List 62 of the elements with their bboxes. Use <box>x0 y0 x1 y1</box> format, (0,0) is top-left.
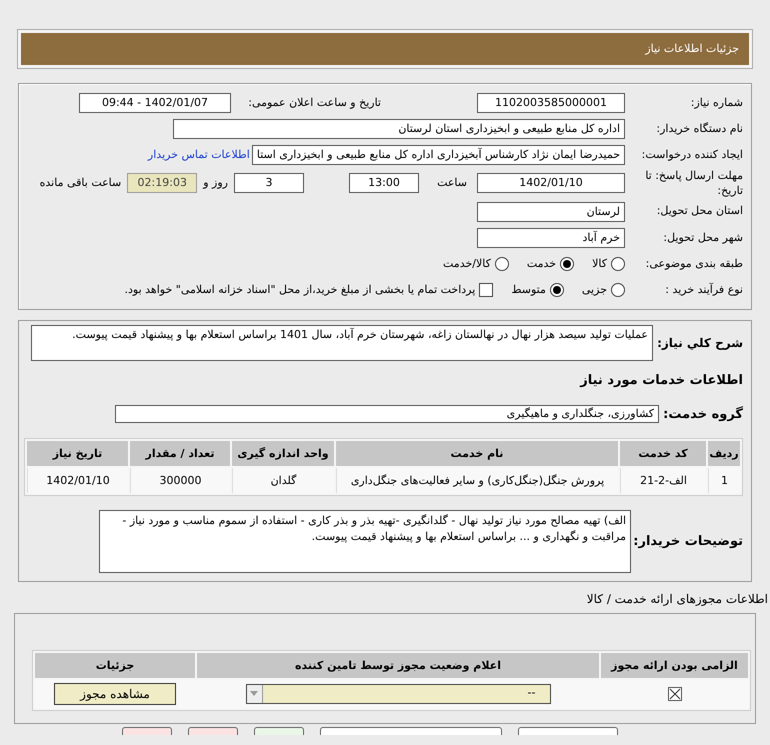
buyer-notes-field: الف) تهیه مصالح مورد نیاز تولید نهال - گلدانگیری -تهیه بذر و بذر کاری - استفاده از سموم مناسب و مورد نیاز - مراقبت و نگهداری و ... براساس استعلام بها و پیشنهاد قیمت پیوست. <box>99 510 631 573</box>
service-group-field: کشاورزی، جنگلداری و ماهیگیری <box>115 405 659 424</box>
section-heading: اطلاعات مجوزهای ارائه خدمت / کالا <box>586 591 768 608</box>
caret-icon <box>246 684 262 702</box>
field-label: ساعت باقی مانده <box>40 174 122 191</box>
field-label: نوع فرآیند خرید : <box>664 282 743 298</box>
requester-field: حمیدرضا ایمان نژاد کارشناس آبخیزداری اداره کل منابع طبیعی و ابخیزداری استا <box>252 145 625 165</box>
summary-field: عملیات تولید سیصد هزار نهال در نهالستان زاغه، شهرستان خرم آباد، سال 1401 براساس استعلام بها و پیشنهاد قیمت پیوست. <box>31 325 653 361</box>
radio-button[interactable] <box>494 257 509 271</box>
column-header: الزامی بودن ارائه مجوز <box>601 652 748 678</box>
buyer-contact-link[interactable]: اطلاعات تماس خریدار <box>148 146 250 164</box>
cut-off-button[interactable] <box>188 726 238 734</box>
field-label: تاریخ و ساعت اعلان عمومی: <box>247 94 381 111</box>
payment-note: پرداخت تمام یا بخشی از مبلغ خرید،از محل "اسناد خزانه اسلامی" خواهد بود. <box>124 282 476 298</box>
field-label: مهلت ارسال پاسخ: تا تاریخ: <box>644 168 743 198</box>
radio-button[interactable] <box>550 283 564 297</box>
city-field: خرم آباد <box>477 228 625 248</box>
field-label: طبقه بندی موضوعی: <box>644 256 743 272</box>
cut-off-button[interactable] <box>320 726 502 734</box>
column-header: نام خدمت <box>336 441 618 466</box>
field-label: استان محل تحویل: <box>656 203 743 220</box>
column-header: واحد اندازه گیری <box>232 441 334 466</box>
column-header: تعداد / مقدار <box>130 441 230 466</box>
dropdown-value: -- <box>528 685 536 702</box>
view-license-button[interactable]: مشاهده مجوز <box>54 682 176 704</box>
cut-off-button[interactable] <box>518 726 618 734</box>
column-header: کد خدمت <box>620 441 706 466</box>
option-label: کالا/خدمت <box>443 256 491 272</box>
option-label: جزیی <box>582 282 607 298</box>
radio-button[interactable] <box>611 283 625 297</box>
deadline-date-field: 1402/01/10 <box>477 173 625 193</box>
buyer-name-field: اداره کل منابع طبیعی و ابخیزداری استان لرستان <box>173 119 625 139</box>
column-header: اعلام وضعیت مجوز توسط تامین کننده <box>197 652 599 678</box>
column-header: ردیف <box>708 441 740 466</box>
field-label: گروه خدمت: <box>662 405 743 424</box>
field-label: ایجاد کننده درخواست: <box>640 146 743 163</box>
status-dropdown[interactable]: -- <box>246 684 550 704</box>
field-label: شرح کلي نياز: <box>656 335 743 352</box>
radio-button[interactable] <box>560 257 574 271</box>
field-label: نام دستگاه خریدار: <box>655 120 743 137</box>
cut-off-button[interactable] <box>254 726 304 734</box>
column-header: جزئیات <box>35 652 195 678</box>
field-label: ساعت <box>436 174 467 191</box>
field-label: شهر محل تحویل: <box>662 230 743 246</box>
field-label: روز و <box>202 174 229 191</box>
countdown-field: 02:19:03 <box>127 173 198 193</box>
field-label: شماره نیاز: <box>690 94 743 111</box>
option-label: کالا <box>592 256 607 272</box>
option-label: خدمت <box>526 256 556 272</box>
announce-date-field: 1402/01/07 - 09:44 <box>79 93 231 113</box>
column-header: تاریخ نیاز <box>27 441 128 466</box>
checkbox[interactable] <box>479 283 494 297</box>
need-number-field: 1102003585000001 <box>477 93 625 113</box>
days-field: 3 <box>234 173 304 193</box>
section-heading: اطلاعات خدمات مورد نیاز <box>580 372 743 390</box>
option-label: متوسط <box>511 282 546 298</box>
deadline-time-field: 13:00 <box>349 173 419 193</box>
field-label: توضیحات خریدار: <box>632 532 743 551</box>
province-field: لرستان <box>477 202 625 222</box>
radio-button[interactable] <box>611 257 625 271</box>
cut-off-button[interactable] <box>122 726 172 734</box>
page-title: جزئیات اطلاعات نیاز <box>21 33 749 65</box>
